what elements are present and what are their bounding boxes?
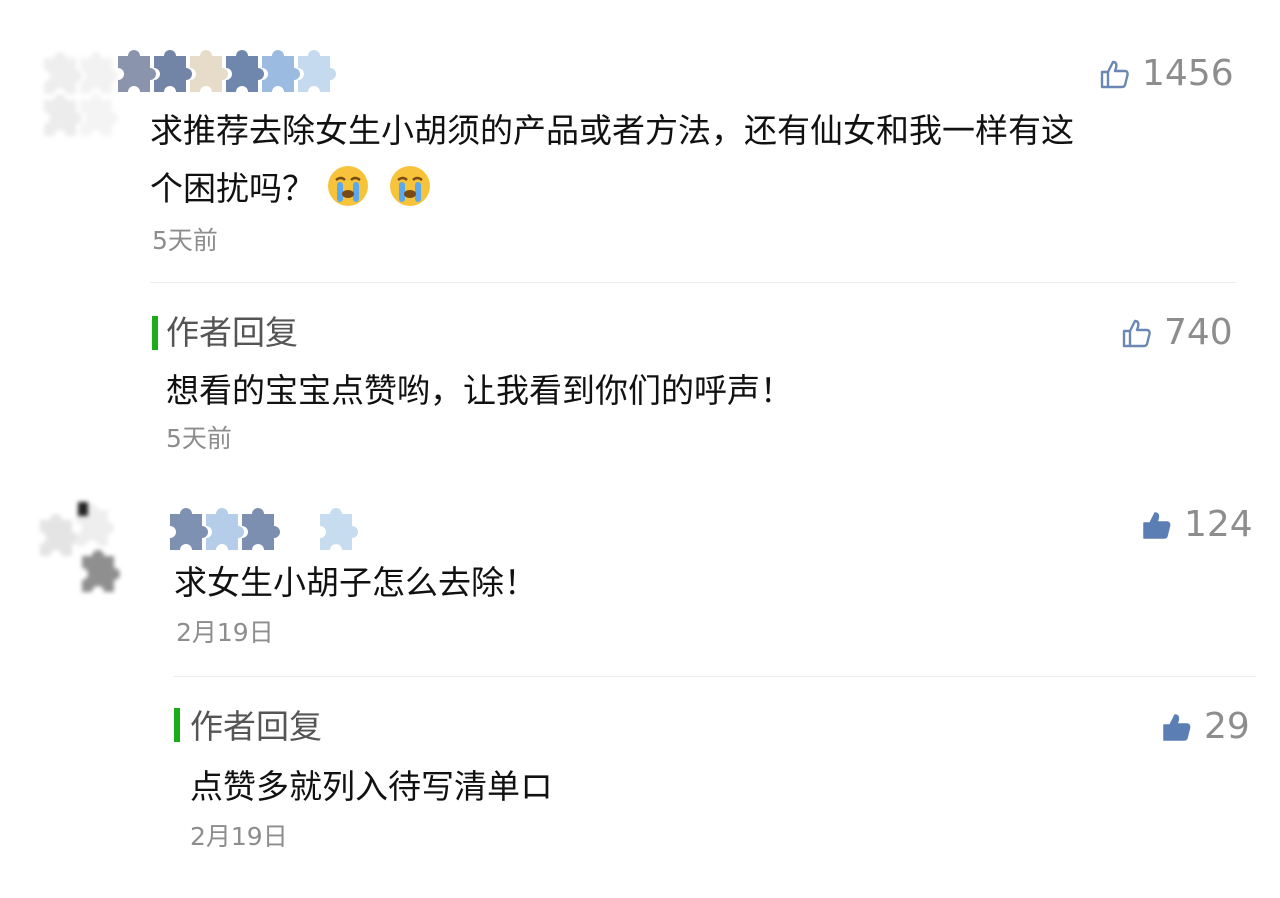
reply-indicator-bar [174, 708, 180, 742]
comment-text-line1: 求推荐去除女生小胡须的产品或者方法，还有仙女和我一样有这 [150, 111, 1074, 150]
like-count: 29 [1204, 706, 1250, 747]
like-count: 740 [1164, 312, 1233, 353]
comment-time: 5天前 [152, 226, 218, 255]
like-button[interactable]: 1456 [1098, 54, 1234, 94]
author-reply-label: 作者回复 [190, 707, 322, 746]
author-reply-label: 作者回复 [166, 313, 298, 352]
reply-time: 2月19日 [190, 822, 288, 851]
reply-indicator-bar [152, 316, 158, 350]
crying-face-emoji-icon [390, 166, 430, 206]
username-mosaic[interactable] [170, 500, 410, 562]
comment-text-line2: 个困扰吗？ [150, 160, 1074, 226]
reply-time: 5天前 [166, 424, 232, 453]
divider [174, 676, 1256, 677]
reply-text: 点赞多就列入待写清单ロ [190, 767, 553, 806]
divider [150, 282, 1236, 283]
like-count: 124 [1184, 504, 1253, 545]
thumbs-up-filled-icon [1163, 714, 1191, 741]
comments-page: 1456 求推荐去除女生小胡须的产品或者方法，还有仙女和我一样有这 个困扰吗？ [0, 0, 1280, 898]
avatar[interactable] [38, 496, 148, 606]
crying-face-emoji-icon [327, 166, 368, 206]
thumbs-up-outline-icon [1100, 60, 1129, 89]
thumbs-up-filled-icon [1143, 512, 1171, 539]
thumbs-up-outline-icon [1122, 319, 1151, 348]
comment-time: 2月19日 [176, 618, 274, 647]
comment-text: 求女生小胡子怎么去除！ [174, 563, 537, 602]
like-button[interactable]: 124 [1140, 505, 1253, 545]
reply-text: 想看的宝宝点赞哟，让我看到你们的呼声！ [166, 371, 793, 410]
comment-text: 求推荐去除女生小胡须的产品或者方法，还有仙女和我一样有这 个困扰吗？ [150, 102, 1074, 226]
like-count: 1456 [1142, 53, 1234, 94]
username-mosaic[interactable] [118, 42, 358, 104]
reply-like-button[interactable]: 29 [1160, 707, 1250, 747]
reply-like-button[interactable]: 740 [1120, 313, 1233, 353]
